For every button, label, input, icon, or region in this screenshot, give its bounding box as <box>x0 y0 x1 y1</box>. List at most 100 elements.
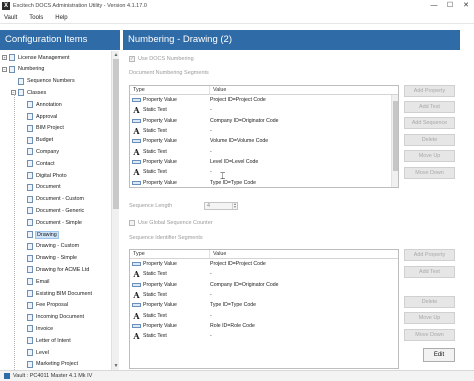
tree-item-bim-project[interactable]: BIM Project <box>20 123 64 134</box>
add-property-button[interactable]: Add Property <box>404 249 455 261</box>
segment-row[interactable]: Property Value Type ID=Type Code <box>130 177 398 187</box>
tree-item-document[interactable]: Document <box>20 182 61 193</box>
tree-item-contact[interactable]: Contact <box>20 158 55 169</box>
segment-row[interactable]: A Static Text - <box>130 269 398 279</box>
tree-item-sequence-numbers[interactable]: Sequence Numbers <box>11 76 75 87</box>
tree-item-drawing-for-acme-ltd[interactable]: Drawing for ACME Ltd <box>20 264 89 275</box>
segment-row[interactable]: Property Value Type ID=Type Code <box>130 300 398 310</box>
segment-row[interactable]: Property Value Volume ID=Volume Code <box>130 136 398 146</box>
segment-type-cell: Property Value <box>130 282 210 288</box>
tree-item-digital-photo[interactable]: Digital Photo <box>20 170 67 181</box>
tree-item-invoice[interactable]: Invoice <box>20 323 53 334</box>
tree-item-email[interactable]: Email <box>20 276 49 287</box>
tree-item-fee-proposal[interactable]: Fee Proposal <box>20 300 68 311</box>
tree-item-level[interactable]: Level <box>20 347 49 358</box>
delete-button[interactable]: Delete <box>404 134 455 146</box>
scroll-up-arrow-icon[interactable]: ▲ <box>112 51 120 59</box>
property-value-icon <box>132 323 141 328</box>
segment-row[interactable]: A Static Text - <box>130 310 398 320</box>
tree-node-icon <box>27 325 33 333</box>
tree-item-document-simple[interactable]: Document - Simple <box>20 217 82 228</box>
segment-row[interactable]: Property Value Project ID=Project Code <box>130 95 398 105</box>
maximize-button[interactable]: ☐ <box>442 0 458 12</box>
segment-value-cell: - <box>210 128 212 135</box>
tree-item-drawing-simple[interactable]: Drawing - Simple <box>20 253 77 264</box>
tree-scroll-thumb[interactable] <box>113 59 119 209</box>
static-text-icon: A <box>133 126 140 137</box>
segment-row[interactable]: Property Value Project ID=Project Code <box>130 259 398 269</box>
menu-bar: Vault Tools Help <box>0 12 474 24</box>
spinner-arrows-icon[interactable]: ▲ ▼ <box>232 202 237 209</box>
tree-item-company[interactable]: Company <box>20 146 59 157</box>
tree-item-drawing-custom[interactable]: Drawing - Custom <box>20 241 79 252</box>
tree-item-drawing[interactable]: Drawing <box>20 229 59 240</box>
value-column-header[interactable]: Value <box>210 250 398 258</box>
add-property-button[interactable]: Add Property <box>404 85 455 97</box>
tree-node-icon <box>27 337 33 345</box>
use-docs-numbering-checkbox[interactable]: ✓ Use DOCS Numbering <box>129 56 194 62</box>
document-grid-scrollbar[interactable] <box>391 95 398 187</box>
segment-type-label: Static Text <box>143 169 167 176</box>
document-segments-label: Document Numbering Segments <box>129 70 209 76</box>
tree-item-incoming-document[interactable]: Incoming Document <box>20 312 84 323</box>
collapse-icon[interactable]: − <box>2 66 7 72</box>
document-grid-scroll-thumb[interactable] <box>393 101 398 171</box>
segment-row[interactable]: Property Value Role ID=Role Code <box>130 321 398 331</box>
segment-row[interactable]: A Static Text - <box>130 290 398 300</box>
move-down-button[interactable]: Move Down <box>404 329 455 341</box>
menu-vault[interactable]: Vault <box>4 15 17 21</box>
add-sequence-button[interactable]: Add Sequence <box>404 117 455 129</box>
edit-button[interactable]: Edit <box>423 348 455 362</box>
minimize-button[interactable]: — <box>426 0 442 12</box>
add-text-button[interactable]: Add Text <box>404 266 455 278</box>
expand-icon[interactable]: + <box>2 55 7 60</box>
configuration-pane: Configuration Items + License Management −… <box>0 30 120 370</box>
move-down-button[interactable]: Move Down <box>404 167 455 179</box>
segment-value-cell: Project ID=Project Code <box>210 97 266 104</box>
tree-item-annotation[interactable]: Annotation <box>20 99 62 110</box>
use-global-counter-checkbox[interactable]: Use Global Sequence Counter <box>129 220 213 226</box>
segment-row[interactable]: A Static Text - <box>130 146 398 156</box>
type-column-header[interactable]: Type <box>130 86 210 94</box>
segment-row[interactable]: A Static Text - <box>130 126 398 136</box>
move-up-button[interactable]: Move Up <box>404 312 455 324</box>
segment-row[interactable]: A Static Text - <box>130 167 398 177</box>
tree-scrollbar[interactable]: ▲ ▼ <box>111 51 119 370</box>
tree-item-document-custom[interactable]: Document - Custom <box>20 194 84 205</box>
tree-node-icon <box>27 172 33 179</box>
segment-type-cell: Property Value <box>130 261 210 267</box>
menu-tools[interactable]: Tools <box>29 15 43 21</box>
tree-item-classes[interactable]: − Classes <box>11 87 46 98</box>
value-column-header[interactable]: Value <box>210 86 398 94</box>
segment-row[interactable]: A Static Text - <box>130 105 398 115</box>
tree-item-budget[interactable]: Budget <box>20 135 53 146</box>
window-controls: — ☐ ✕ <box>426 0 474 12</box>
segment-row[interactable]: Property Value Level ID=Level Code <box>130 157 398 167</box>
property-value-icon <box>132 282 141 287</box>
tree-item-marketing-project[interactable]: Marketing Project <box>20 359 78 370</box>
close-button[interactable]: ✕ <box>458 0 474 12</box>
segment-value-cell: - <box>210 148 212 155</box>
delete-button[interactable]: Delete <box>404 296 455 308</box>
tree-item-license-management[interactable]: + License Management <box>2 52 70 63</box>
tree-item-numbering[interactable]: − Numbering <box>2 64 44 75</box>
segment-row[interactable]: Property Value Company ID=Originator Code <box>130 116 398 126</box>
segment-type-cell: A Static Text <box>130 127 210 135</box>
type-column-header[interactable]: Type <box>130 250 210 258</box>
add-text-button[interactable]: Add Text <box>404 101 455 113</box>
checkbox-checked-icon: ✓ <box>129 56 135 62</box>
segment-value-cell: Type ID=Type Code <box>210 179 256 186</box>
sequence-length-input[interactable]: 4 ▲ ▼ <box>204 202 238 210</box>
tree-item-document-generic[interactable]: Document - Generic <box>20 205 84 216</box>
tree-item-letter-of-intent[interactable]: Letter of Intent <box>20 335 71 346</box>
move-up-button[interactable]: Move Up <box>404 150 455 162</box>
segment-type-cell: Property Value <box>130 97 210 103</box>
tree-item-approval[interactable]: Approval <box>20 111 57 122</box>
segment-row[interactable]: Property Value Company ID=Originator Code <box>130 280 398 290</box>
tree-item-label: Incoming Document <box>36 314 84 321</box>
static-text-icon: A <box>133 167 140 178</box>
menu-help[interactable]: Help <box>55 15 67 21</box>
segment-row[interactable]: A Static Text - <box>130 331 398 341</box>
scroll-down-arrow-icon[interactable]: ▼ <box>112 362 120 370</box>
tree-item-existing-bim-document[interactable]: Existing BIM Document <box>20 288 92 299</box>
